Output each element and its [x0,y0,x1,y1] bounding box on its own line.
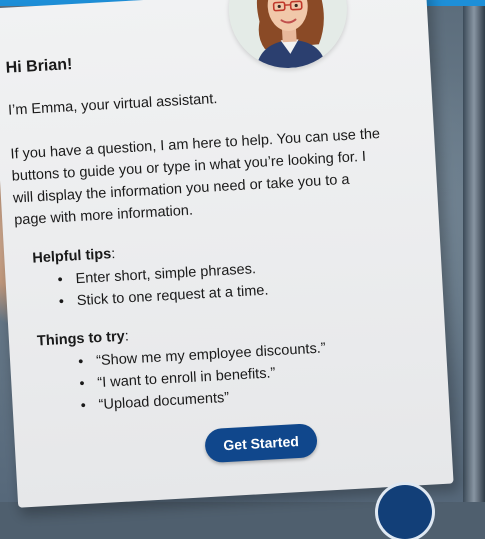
things-to-try-colon: : [124,328,129,344]
things-to-try-label: Things to try [37,329,126,350]
assistant-welcome-card: Hi Brian! I’m Emma, your virtual assista… [0,0,454,508]
helpful-tips-list: Enter short, simple phrases. Stick to on… [57,258,269,314]
device-edge [463,6,485,502]
things-to-try-list: “Show me my employee discounts.” “I want… [78,337,329,417]
helpful-tips-heading: Helpful tips: [32,246,116,267]
chat-launcher-button[interactable] [378,485,432,539]
help-paragraph: If you have a question, I am here to hel… [10,123,384,232]
helpful-tips-label: Helpful tips [32,246,112,266]
get-started-button[interactable]: Get Started [204,423,318,463]
greeting-heading: Hi Brian! [5,56,73,78]
assistant-intro: I’m Emma, your virtual assistant. [8,91,218,119]
helpful-tips-colon: : [111,246,116,262]
things-to-try-heading: Things to try: [37,328,130,349]
assistant-avatar-icon [226,0,350,71]
